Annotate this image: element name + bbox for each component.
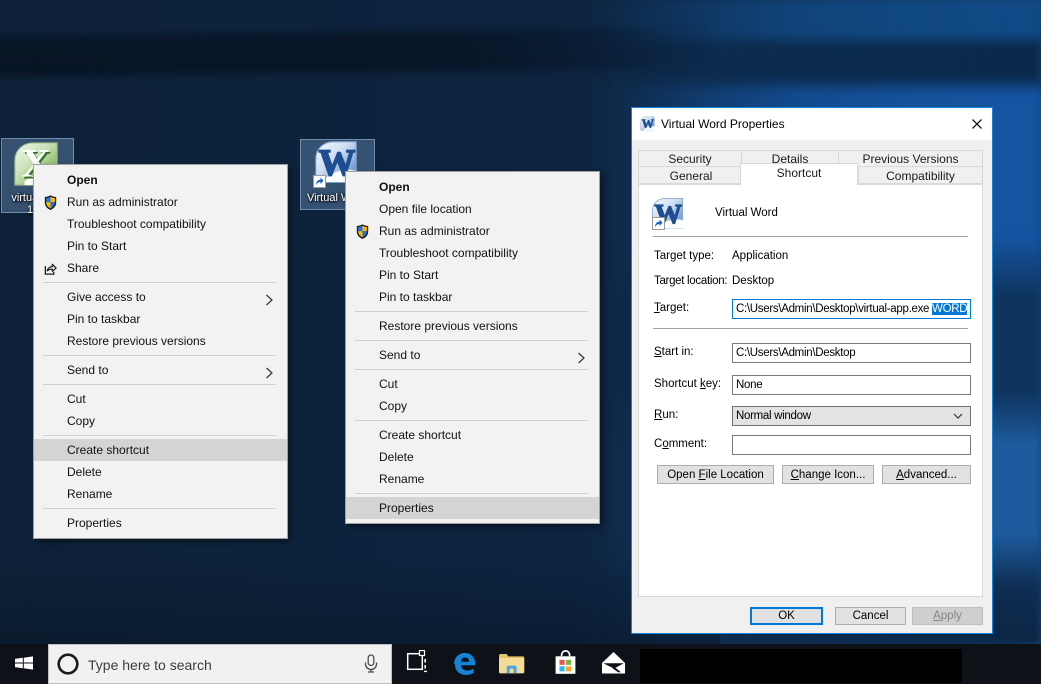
svg-text:W: W — [642, 117, 655, 131]
